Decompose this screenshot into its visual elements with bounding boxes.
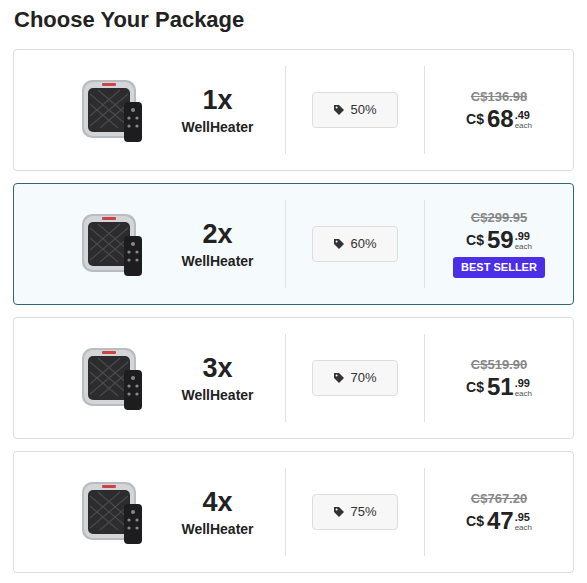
price-fraction: .99each (515, 230, 532, 251)
product-name: WellHeater (181, 118, 253, 136)
heater-icon (78, 342, 150, 414)
tag-icon (333, 506, 345, 518)
package-card[interactable]: 2x WellHeater 60% C$299.95 C$59.99each BEST S… (13, 183, 574, 305)
tag-icon (333, 238, 345, 250)
price-unit: each (515, 121, 532, 130)
package-card[interactable]: 3x WellHeater 70% C$519.90 C$51.99each (13, 317, 574, 439)
package-card[interactable]: 1x WellHeater 50% C$136.98 C$68.49each (13, 49, 574, 171)
divider (285, 66, 286, 154)
price-fraction: .99each (515, 377, 532, 398)
discount-pill: 60% (312, 226, 398, 262)
best-seller-badge: BEST SELLER (453, 257, 545, 278)
price-whole: 68 (487, 107, 514, 131)
quantity: 3x (202, 352, 232, 384)
package-info: 2x WellHeater (14, 208, 285, 280)
currency: C$ (466, 112, 484, 126)
old-price: C$299.95 (471, 210, 527, 226)
discount-pill: 70% (312, 360, 398, 396)
discount-section: 75% (286, 494, 424, 530)
discount-pill: 75% (312, 494, 398, 530)
product-name: WellHeater (181, 520, 253, 538)
divider (424, 66, 425, 154)
product-name: WellHeater (181, 252, 253, 270)
discount-section: 60% (286, 226, 424, 262)
price-section: C$299.95 C$59.99each BEST SELLER (425, 210, 573, 278)
old-price: C$767.20 (471, 491, 527, 507)
quantity-block: 3x WellHeater (150, 352, 285, 404)
package-list: 1xWellHeater50%C$136.98C$68.49each2xWell… (13, 49, 574, 573)
heater-icon (78, 208, 150, 280)
price-whole: 47 (487, 509, 514, 533)
price: C$68.49each (466, 107, 532, 131)
heater-icon (78, 476, 150, 548)
discount: 75% (350, 502, 376, 522)
price: C$47.95each (466, 509, 532, 533)
old-price: C$136.98 (471, 89, 527, 105)
divider (424, 334, 425, 422)
price-cents: .49 (515, 109, 532, 121)
title: Choose Your Package (14, 5, 574, 35)
price-section: C$136.98 C$68.49each (425, 89, 573, 131)
discount-section: 70% (286, 360, 424, 396)
discount: 70% (350, 368, 376, 388)
quantity-block: 2x WellHeater (150, 218, 285, 270)
quantity-block: 4x WellHeater (150, 486, 285, 538)
product-name: WellHeater (181, 386, 253, 404)
quantity: 1x (202, 84, 232, 116)
price-cents: .95 (515, 511, 532, 523)
divider (285, 468, 286, 556)
divider (424, 468, 425, 556)
tag-icon (333, 104, 345, 116)
divider (285, 200, 286, 288)
divider (285, 334, 286, 422)
heater-icon (78, 74, 150, 146)
tag-icon (333, 372, 345, 384)
price: C$59.99each (466, 228, 532, 252)
price-section: C$767.20 C$47.95each (425, 491, 573, 533)
package-card[interactable]: 4x WellHeater 75% C$767.20 C$47.95each (13, 451, 574, 573)
package-info: 3x WellHeater (14, 342, 285, 414)
price-section: C$519.90 C$51.99each (425, 357, 573, 399)
package-info: 4x WellHeater (14, 476, 285, 548)
discount: 50% (350, 100, 376, 120)
package-chooser: Choose Your Package 1x WellHeater 50% C$136… (0, 0, 587, 573)
discount: 60% (350, 234, 376, 254)
price-unit: each (515, 242, 532, 251)
price-whole: 59 (487, 228, 514, 252)
price-fraction: .49each (515, 109, 532, 130)
old-price: C$519.90 (471, 357, 527, 373)
price: C$51.99each (466, 375, 532, 399)
divider (424, 200, 425, 288)
price-unit: each (515, 389, 532, 398)
price-fraction: .95each (515, 511, 532, 532)
quantity-block: 1x WellHeater (150, 84, 285, 136)
discount-section: 50% (286, 92, 424, 128)
package-info: 1x WellHeater (14, 74, 285, 146)
currency: C$ (466, 380, 484, 394)
currency: C$ (466, 233, 484, 247)
price-cents: .99 (515, 230, 532, 242)
currency: C$ (466, 514, 484, 528)
discount-pill: 50% (312, 92, 398, 128)
quantity: 4x (202, 486, 232, 518)
quantity: 2x (202, 218, 232, 250)
price-unit: each (515, 523, 532, 532)
price-whole: 51 (487, 375, 514, 399)
price-cents: .99 (515, 377, 532, 389)
